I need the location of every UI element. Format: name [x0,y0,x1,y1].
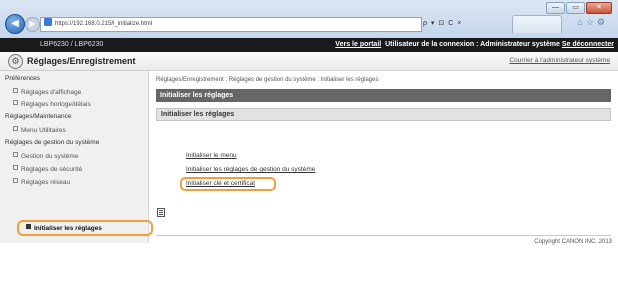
back-to-top-icon[interactable] [157,208,165,217]
footer-divider [156,235,611,236]
subsection-title: Initialiser les réglages [156,108,611,121]
mail-admin-link[interactable]: Courrier à l'administrateur système [509,52,610,70]
logout-link[interactable]: Se déconnecter [562,41,614,48]
address-bar[interactable]: https://192.168.0.215/l_initialize.html [40,17,422,32]
home-star-gear-icons[interactable]: ⌂☆⚙ [577,17,608,28]
page-header: ⚙ Réglages/Enregistrement Courrier à l'a… [0,52,618,71]
page-title: Réglages/Enregistrement [27,56,136,66]
address-controls[interactable]: ρ ▾ ⊡ C × [423,17,462,30]
breadcrumb: Réglages/Enregistrement : Réglages de ge… [156,77,379,83]
login-info: Utilisateur de la connexion : Administra… [385,41,560,48]
site-icon [44,18,52,26]
browser-tab[interactable] [512,15,562,33]
bullet-icon [13,165,18,170]
printer-model: LBP6230 / LBP6230 [40,41,104,48]
sidebar-category-maintenance: Réglages/Maintenance [5,113,72,120]
initialize-system-settings-link[interactable]: Initialiser les réglages de gestion du s… [186,166,315,173]
link-highlight-callout [180,177,276,191]
address-url: https://192.168.0.215/l_initialize.html [55,21,153,27]
sidebar: Préférences Réglages d'affichage Réglage… [0,71,149,243]
maximize-button[interactable]: ▭ [566,2,585,14]
portal-link[interactable]: Vers le portail [335,41,381,48]
bullet-icon [13,152,18,157]
bullet-icon [13,100,18,105]
sidebar-item-clock-settings[interactable]: Réglages horloge/délais [13,100,91,108]
sidebar-item-utilities-menu[interactable]: Menu Utilitaires [13,126,66,134]
top-bar-right: Vers le portail Utilisateur de la connex… [335,38,614,52]
initialize-menu-link[interactable]: Initialiser le menu [186,152,237,159]
back-button[interactable]: ◀ [5,14,25,34]
sidebar-item-system-management[interactable]: Gestion du système [13,152,78,160]
browser-chrome: — ▭ ✕ ◀ ▶ https://192.168.0.215/l_initia… [0,0,618,38]
sidebar-category-preferences: Préférences [5,75,41,82]
sidebar-highlight-callout [17,220,153,236]
forward-button[interactable]: ▶ [25,17,40,32]
printer-top-bar: LBP6230 / LBP6230 Vers le portail Utilis… [0,38,618,52]
settings-gear-icon: ⚙ [8,54,23,69]
minimize-button[interactable]: — [546,2,565,14]
bullet-icon [13,126,18,131]
sidebar-item-display-settings[interactable]: Réglages d'affichage [13,88,81,96]
window-controls: — ▭ ✕ [545,2,612,14]
sidebar-category-system-management: Réglages de gestion du système [5,139,100,146]
close-window-button[interactable]: ✕ [586,2,612,14]
bullet-icon [13,178,18,183]
bullet-icon [13,88,18,93]
sidebar-item-security-settings[interactable]: Réglages de sécurité [13,165,82,173]
copyright: Copyright CANON INC. 2013 [534,239,612,245]
sidebar-item-network-settings[interactable]: Réglages réseau [13,178,70,186]
section-title: Initialiser les réglages [156,89,611,102]
